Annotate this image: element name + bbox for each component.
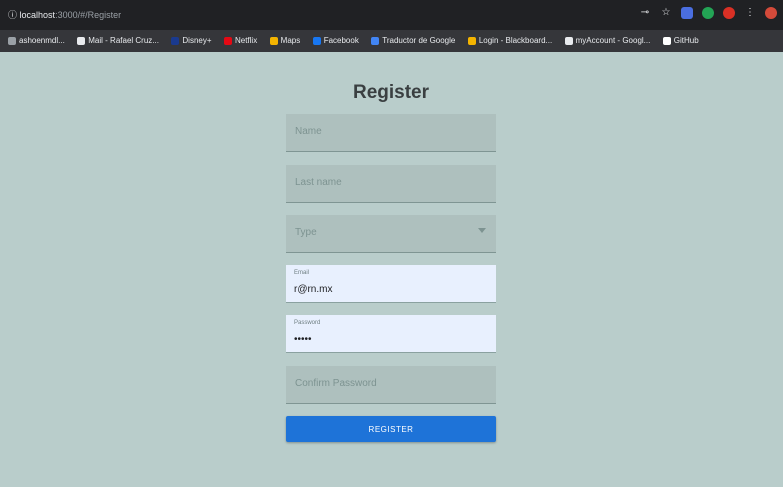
bookmarks-bar: ashoenmdl... Mail - Rafael Cruz... Disne…: [0, 30, 783, 52]
address-url[interactable]: ⓘ localhost:3000/#/Register: [8, 8, 121, 21]
type-placeholder: Type: [295, 227, 317, 238]
bookmark-item[interactable]: Traductor de Google: [371, 30, 455, 52]
address-path: :3000/#/Register: [55, 10, 122, 20]
email-field[interactable]: Email r@rn.mx: [286, 265, 496, 303]
extension-icon[interactable]: [702, 7, 714, 19]
star-icon[interactable]: ☆: [660, 7, 672, 19]
bookmark-item[interactable]: Disney+: [171, 30, 212, 52]
bookmark-item[interactable]: Netflix: [223, 30, 257, 52]
password-label: Password: [294, 320, 321, 326]
bookmark-icon: [467, 37, 476, 45]
page-title: Register: [352, 82, 430, 103]
extension-icon[interactable]: [723, 7, 735, 19]
chevron-down-icon: [478, 228, 486, 233]
bookmark-item[interactable]: myAccount - Googl...: [564, 30, 650, 52]
bookmark-icon: [77, 37, 86, 45]
bookmark-item[interactable]: Maps: [269, 30, 300, 52]
confirm-password-field[interactable]: Confirm Password: [286, 366, 496, 404]
bookmark-icon: [564, 37, 573, 45]
password-field[interactable]: Password •••••: [286, 315, 496, 353]
bookmark-item[interactable]: Login - Blackboard...: [467, 30, 552, 52]
bookmark-item[interactable]: Facebook: [312, 30, 359, 52]
github-icon: [662, 37, 671, 45]
bookmark-icon: [269, 37, 278, 45]
extension-icon[interactable]: [681, 7, 693, 19]
key-icon[interactable]: ⊸: [639, 7, 651, 19]
extension-icons: ⊸ ☆ ⋮: [639, 7, 777, 19]
register-page: Register Name Last name Type Email r@rn.…: [0, 52, 783, 487]
bookmark-item[interactable]: Mail - Rafael Cruz...: [77, 30, 159, 52]
bookmark-icon: [312, 37, 321, 45]
bookmark-icon: [371, 37, 380, 45]
puzzle-icon[interactable]: ⋮: [744, 7, 756, 19]
bookmark-item[interactable]: GitHub: [662, 30, 699, 52]
confirm-password-placeholder: Confirm Password: [295, 378, 377, 389]
browser-chrome: ⓘ localhost:3000/#/Register ⊸ ☆ ⋮ ashoen…: [0, 0, 783, 52]
password-value: •••••: [294, 334, 312, 345]
name-placeholder: Name: [295, 126, 322, 137]
type-select[interactable]: Type: [286, 215, 496, 253]
lastname-placeholder: Last name: [295, 177, 342, 188]
email-label: Email: [294, 270, 310, 276]
bookmark-icon: [8, 37, 16, 45]
address-host: localhost: [19, 10, 56, 20]
bookmark-item[interactable]: ashoenmdl...: [8, 30, 65, 52]
name-field[interactable]: Name: [286, 114, 496, 152]
address-bar[interactable]: ⓘ localhost:3000/#/Register ⊸ ☆ ⋮: [0, 0, 783, 30]
bookmark-icon: [171, 37, 180, 45]
profile-avatar[interactable]: [765, 7, 777, 19]
bookmark-icon: [223, 37, 232, 45]
register-button[interactable]: REGISTER: [286, 416, 496, 442]
info-icon[interactable]: ⓘ: [8, 10, 17, 20]
lastname-field[interactable]: Last name: [286, 165, 496, 203]
email-value: r@rn.mx: [294, 284, 333, 295]
